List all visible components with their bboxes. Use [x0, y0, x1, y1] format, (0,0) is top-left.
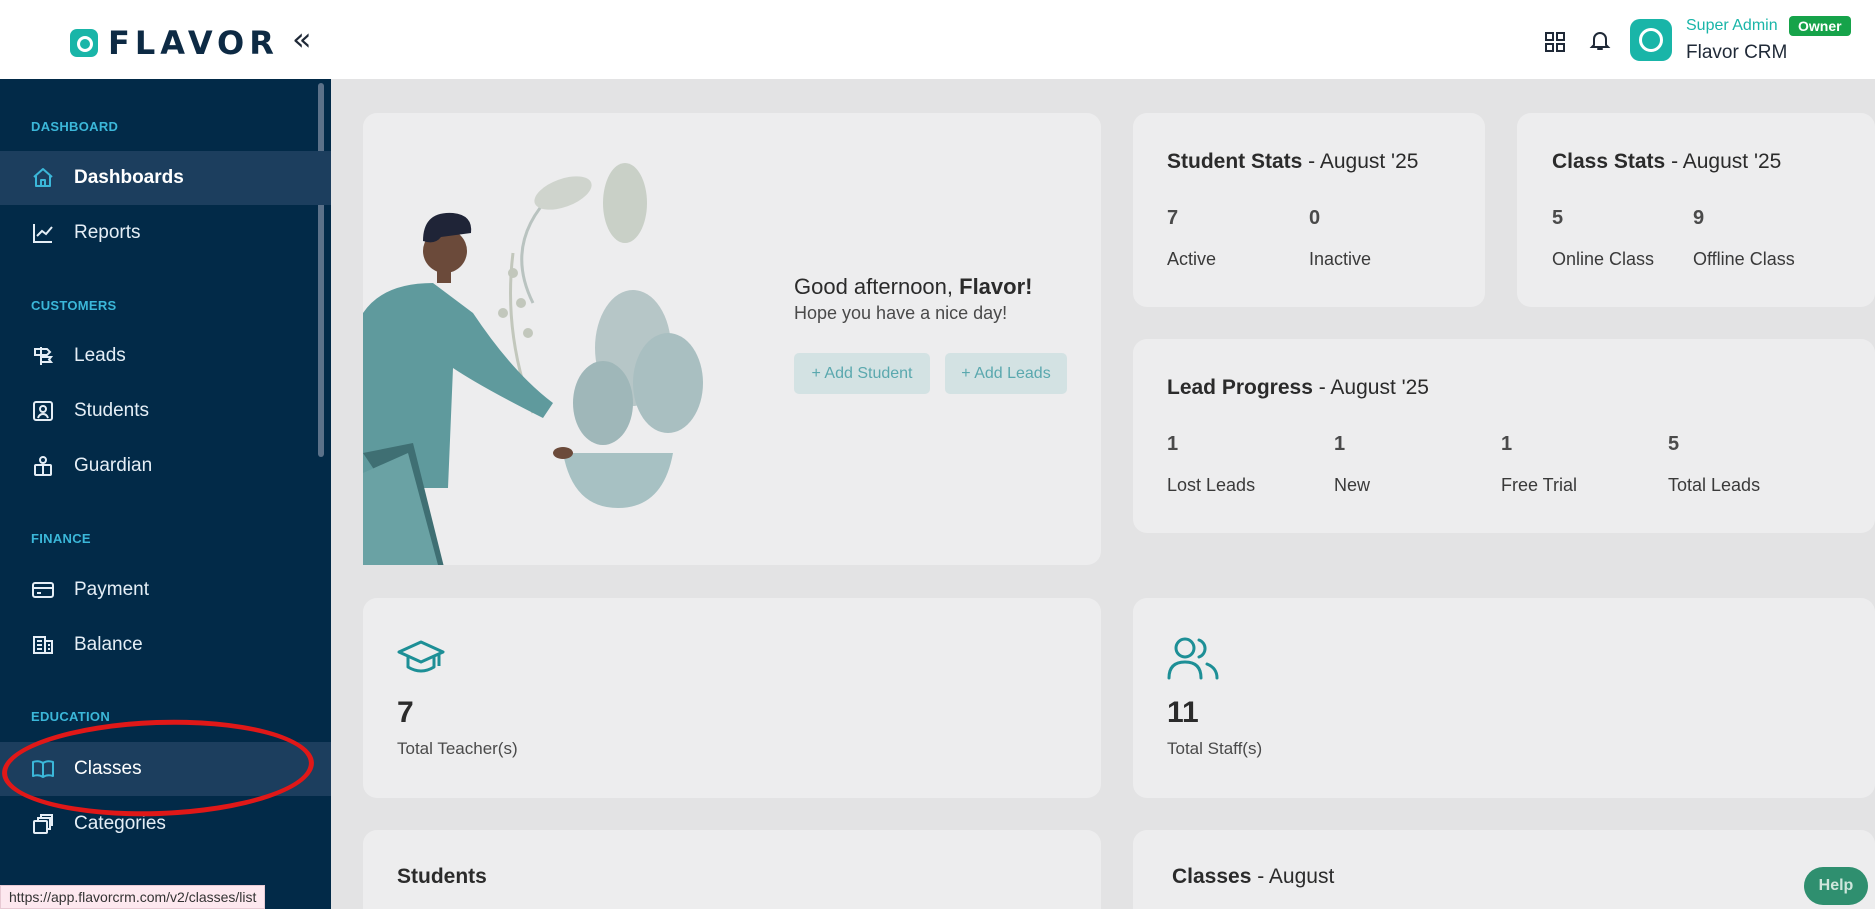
- sidebar: DASHBOARD Dashboards Reports CUSTOMERS L…: [0, 79, 331, 909]
- students-section-title: Students: [397, 865, 487, 888]
- user-square-icon: [33, 401, 53, 421]
- sidebar-item-classes[interactable]: Classes: [0, 742, 331, 796]
- user-avatar[interactable]: [1630, 19, 1672, 61]
- add-student-button[interactable]: + Add Student: [794, 353, 930, 394]
- stat-active-value: 7: [1167, 207, 1179, 229]
- home-icon: [33, 168, 53, 187]
- section-dashboard: DASHBOARD: [31, 119, 119, 134]
- staff-card: [1133, 598, 1875, 798]
- stat-offline-label: Offline Class: [1693, 249, 1795, 269]
- classes-section-title: Classes - August: [1172, 865, 1335, 888]
- sidebar-item-balance[interactable]: Balance: [0, 618, 331, 672]
- bell-icon[interactable]: [1588, 28, 1612, 52]
- person-plant-illustration-icon: [363, 163, 703, 565]
- layers-icon: [33, 814, 53, 834]
- stat-online-value: 5: [1552, 207, 1564, 229]
- lead-lost-label: Lost Leads: [1167, 475, 1256, 495]
- app-logo[interactable]: FLAVOR: [70, 24, 279, 62]
- section-customers: CUSTOMERS: [31, 298, 117, 313]
- staff-label: Total Staff(s): [1167, 739, 1263, 758]
- section-finance: FINANCE: [31, 531, 91, 546]
- teachers-card: [363, 598, 1101, 798]
- guardian-icon: [34, 456, 52, 476]
- signpost-icon: [34, 347, 54, 365]
- lead-new-value: 1: [1334, 433, 1346, 455]
- stat-inactive-value: 0: [1309, 207, 1321, 229]
- sidebar-item-reports[interactable]: Reports: [0, 206, 331, 260]
- lead-trial-value: 1: [1501, 433, 1513, 455]
- staff-count: 11: [1167, 696, 1199, 729]
- lead-new-label: New: [1334, 475, 1371, 495]
- owner-badge: Owner: [1789, 16, 1851, 36]
- logo-mark-icon: [70, 29, 98, 57]
- top-header: FLAVOR « Super Admin Owner Flavor CRM: [0, 0, 1875, 79]
- sidebar-item-label: Balance: [74, 634, 143, 655]
- book-icon: [32, 760, 54, 778]
- sidebar-item-dashboards[interactable]: Dashboards: [0, 151, 331, 205]
- sidebar-item-students[interactable]: Students: [0, 384, 331, 438]
- sidebar-collapse-button[interactable]: «: [292, 22, 312, 56]
- teachers-count: 7: [397, 696, 414, 729]
- class-stats-title: Class Stats - August '25: [1552, 150, 1782, 173]
- user-role: Super Admin: [1686, 17, 1778, 34]
- apps-grid-icon[interactable]: [1543, 30, 1567, 54]
- greeting-subtitle: Hope you have a nice day!: [794, 303, 1008, 323]
- sidebar-item-label: Payment: [74, 579, 149, 600]
- sidebar-item-label: Categories: [74, 813, 166, 834]
- lead-lost-value: 1: [1167, 433, 1179, 455]
- users-icon: [1167, 637, 1219, 680]
- sidebar-item-label: Dashboards: [74, 167, 184, 188]
- chart-line-icon: [33, 224, 53, 243]
- sidebar-item-label: Reports: [74, 222, 141, 243]
- student-stats-title: Student Stats - August '25: [1167, 150, 1419, 173]
- sidebar-item-leads[interactable]: Leads: [0, 329, 331, 383]
- lead-total-label: Total Leads: [1668, 475, 1761, 495]
- sidebar-item-payment[interactable]: Payment: [0, 563, 331, 617]
- greeting-text: Good afternoon, Flavor!: [794, 274, 1033, 299]
- status-url-bar: https://app.flavorcrm.com/v2/classes/lis…: [0, 885, 266, 909]
- stat-inactive-label: Inactive: [1309, 249, 1372, 269]
- sidebar-item-guardian[interactable]: Guardian: [0, 439, 331, 493]
- welcome-card: [363, 113, 1101, 565]
- stat-online-label: Online Class: [1552, 249, 1655, 269]
- balance-icon: [33, 636, 53, 654]
- sidebar-item-label: Leads: [74, 345, 126, 366]
- sidebar-item-label: Classes: [74, 758, 142, 779]
- teachers-label: Total Teacher(s): [397, 739, 518, 758]
- user-company: Flavor CRM: [1686, 42, 1788, 63]
- sidebar-item-label: Guardian: [74, 455, 153, 476]
- lead-trial-label: Free Trial: [1501, 475, 1578, 495]
- help-button[interactable]: Help: [1804, 867, 1868, 905]
- stat-offline-value: 9: [1693, 207, 1705, 229]
- logo-text: FLAVOR: [108, 24, 279, 62]
- section-education: EDUCATION: [31, 709, 111, 724]
- graduation-cap-icon: [397, 640, 445, 673]
- add-leads-button[interactable]: + Add Leads: [945, 353, 1067, 394]
- lead-progress-title: Lead Progress - August '25: [1167, 376, 1429, 399]
- card-icon: [32, 582, 54, 598]
- sidebar-item-categories[interactable]: Categories: [0, 797, 331, 851]
- stat-active-label: Active: [1167, 249, 1217, 269]
- lead-total-value: 5: [1668, 433, 1680, 455]
- sidebar-item-label: Students: [74, 400, 149, 421]
